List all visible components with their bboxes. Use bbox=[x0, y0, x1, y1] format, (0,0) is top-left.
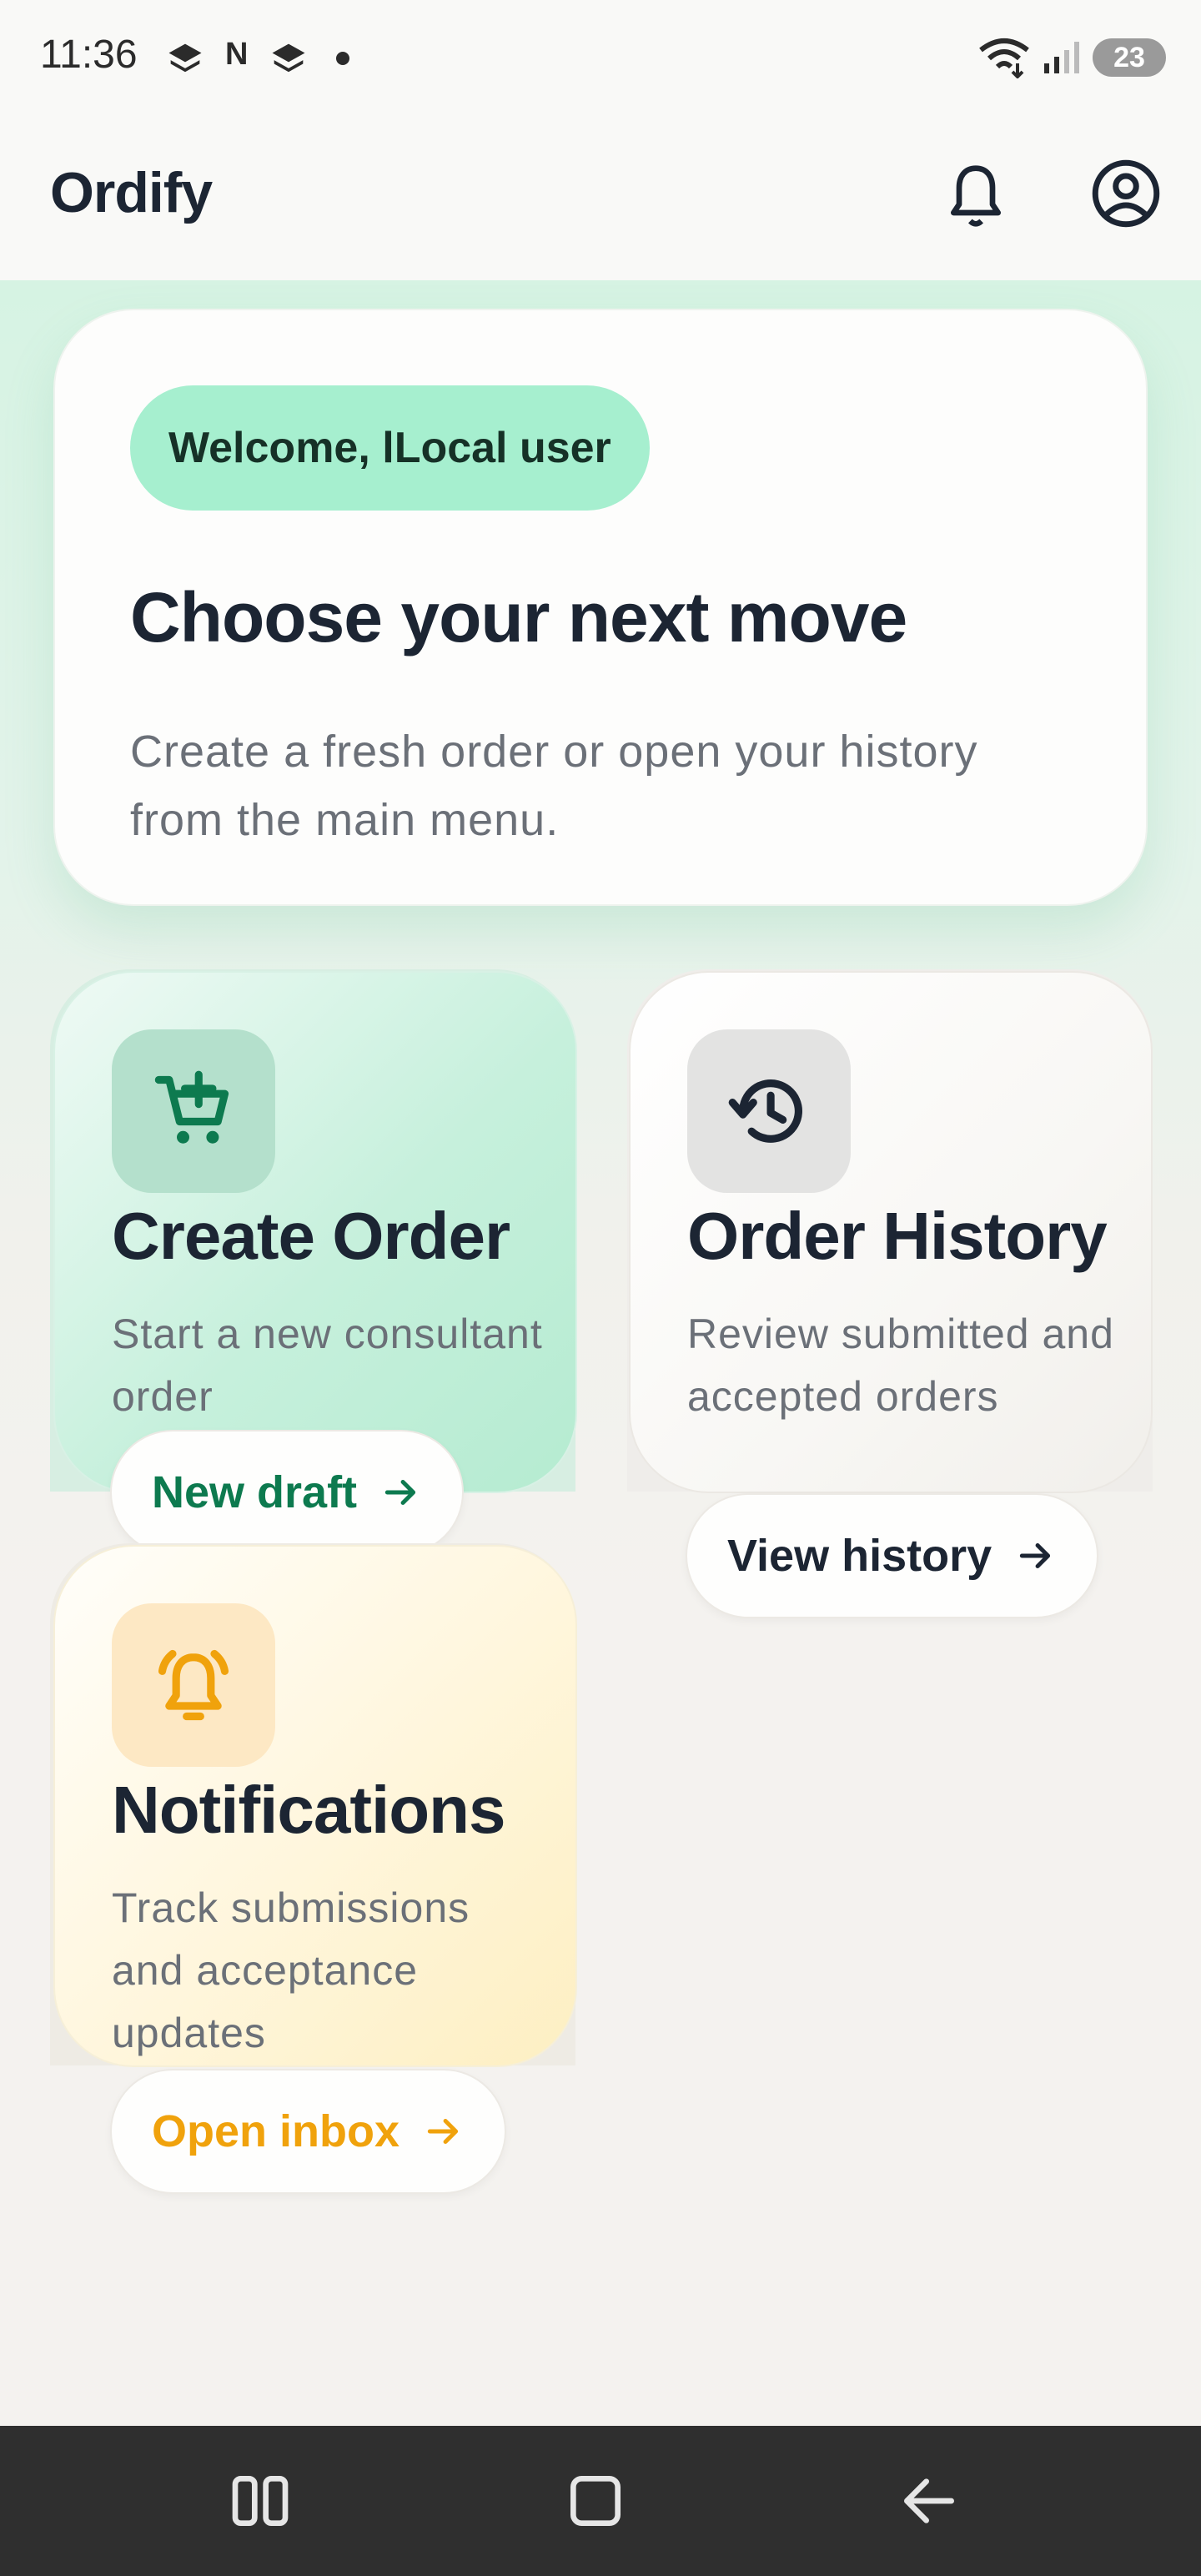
open-inbox-button[interactable]: Open inbox bbox=[110, 2069, 506, 2194]
hero-subtitle: Create a fresh order or open your histor… bbox=[130, 727, 978, 845]
arrow-right-icon bbox=[427, 2119, 459, 2144]
system-nav-bar bbox=[0, 2426, 1201, 2576]
order-history-description: Review submitted and accepted orders bbox=[687, 1311, 1114, 1420]
app-title: Ordify bbox=[50, 161, 213, 224]
bell-icon[interactable] bbox=[942, 158, 1009, 234]
battery-indicator: 23 bbox=[1093, 38, 1166, 77]
notifications-title: Notifications bbox=[112, 1773, 505, 1847]
notifications-icon-box bbox=[112, 1603, 275, 1767]
history-icon bbox=[728, 1079, 802, 1143]
bell-alert-icon bbox=[158, 1649, 229, 1721]
app-bar: Ordify bbox=[0, 117, 1201, 280]
main-content: Welcome, lLocal user Choose your next mo… bbox=[0, 280, 1201, 2426]
cart-add-icon bbox=[154, 1070, 229, 1144]
welcome-hero-card: Welcome, lLocal user Choose your next mo… bbox=[53, 309, 1148, 906]
recents-icon[interactable] bbox=[227, 2468, 294, 2534]
layers-app-icon bbox=[168, 43, 202, 73]
status-bar: 11:36 N 23 bbox=[0, 0, 1201, 117]
hero-title: Choose your next move bbox=[130, 578, 907, 657]
order-history-card[interactable]: Order History Review submitted and accep… bbox=[629, 971, 1153, 1493]
wifi-icon bbox=[979, 38, 1029, 78]
home-icon[interactable] bbox=[562, 2468, 629, 2534]
create-order-description: Start a new consultant order bbox=[112, 1311, 543, 1420]
new-draft-label: New draft bbox=[152, 1467, 358, 1517]
notification-n-icon: N bbox=[225, 37, 249, 72]
create-order-icon-box bbox=[112, 1029, 275, 1193]
layers-app-icon-2 bbox=[272, 43, 305, 73]
status-time: 11:36 bbox=[40, 33, 138, 77]
new-draft-button[interactable]: New draft bbox=[110, 1430, 465, 1555]
notifications-card[interactable]: Notifications Track submissions and acce… bbox=[53, 1545, 577, 2067]
create-order-card[interactable]: Create Order Start a new consultant orde… bbox=[53, 971, 577, 1493]
back-icon[interactable] bbox=[896, 2468, 962, 2534]
order-history-icon-box bbox=[687, 1029, 851, 1193]
welcome-chip: Welcome, lLocal user bbox=[130, 385, 650, 511]
view-history-label: View history bbox=[727, 1531, 992, 1581]
view-history-button[interactable]: View history bbox=[686, 1493, 1099, 1618]
notifications-description: Track submissions and acceptance updates bbox=[112, 1884, 470, 2056]
create-order-title: Create Order bbox=[112, 1199, 510, 1273]
arrow-right-icon bbox=[384, 1480, 416, 1505]
account-circle-icon[interactable] bbox=[1091, 158, 1161, 229]
open-inbox-label: Open inbox bbox=[152, 2106, 399, 2156]
signal-icon bbox=[1044, 42, 1079, 73]
more-notifications-dot bbox=[336, 52, 349, 65]
order-history-title: Order History bbox=[687, 1199, 1108, 1273]
arrow-right-icon bbox=[1019, 1543, 1051, 1568]
